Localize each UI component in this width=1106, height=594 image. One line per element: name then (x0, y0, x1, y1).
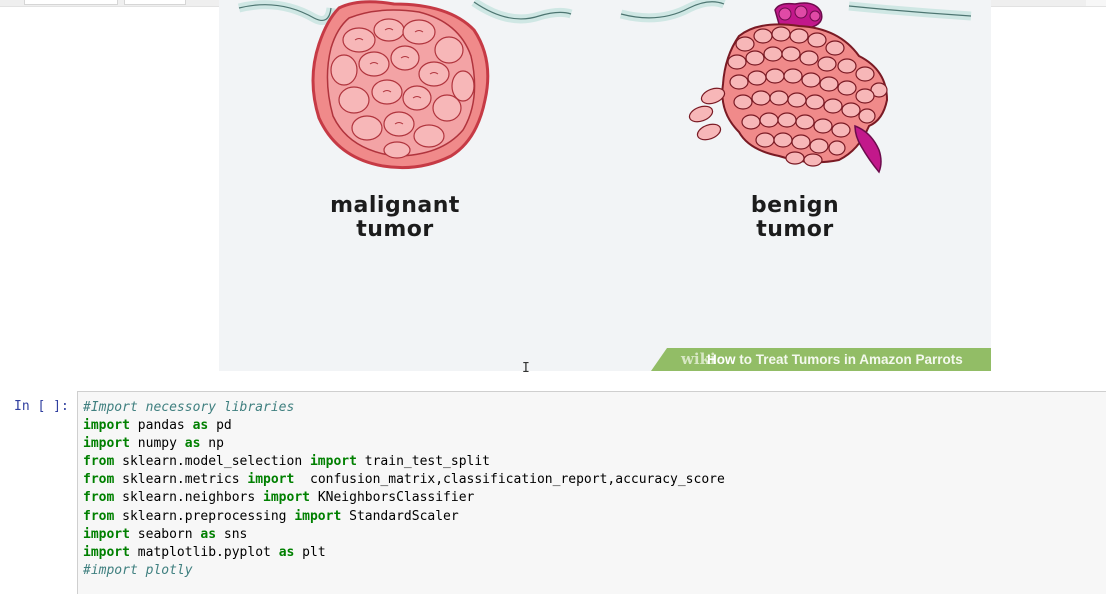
cell-prompt: In [ ]: (14, 399, 69, 414)
code-line: from sklearn.neighbors import KNeighbors… (83, 489, 725, 507)
malignant-label-line1: malignant (330, 193, 460, 218)
code-keyword: from (83, 454, 115, 470)
code-line: from sklearn.metrics import confusion_ma… (83, 471, 725, 489)
code-keyword: import (83, 544, 130, 560)
code-keyword: import (294, 508, 342, 524)
wikihow-watermark: wiki How to Treat Tumors in Amazon Parro… (651, 348, 991, 371)
watermark-title: to Treat Tumors in Amazon Parrots (735, 352, 963, 367)
benign-tumor-drawing (688, 2, 889, 174)
code-lines[interactable]: #Import necessory libraries import pandas… (83, 399, 725, 580)
code-line: from sklearn.model_selection import trai… (83, 453, 725, 471)
output-image: malignant tumor benign tumor wiki How to… (219, 0, 991, 371)
code-cell-editor[interactable]: #Import necessory libraries import pandas… (77, 391, 1106, 594)
code-text: pandas (129, 418, 193, 434)
code-keyword: import (83, 526, 130, 542)
code-text: sklearn.metrics (114, 472, 248, 488)
code-text: sklearn.neighbors (114, 490, 264, 506)
code-keyword: as (200, 526, 217, 542)
code-keyword: as (278, 544, 295, 560)
code-line: #import plotly (83, 562, 725, 580)
code-keyword: as (184, 436, 201, 452)
tumor-illustration (237, 0, 972, 174)
toolbar-tab[interactable] (124, 0, 186, 5)
malignant-label-line2: tumor (356, 217, 434, 242)
code-keyword: import (247, 472, 295, 488)
code-text: plt (294, 544, 326, 560)
code-line: #Import necessory libraries (83, 399, 725, 417)
code-keyword: from (83, 490, 115, 506)
malignant-tumor-label: malignant tumor (319, 194, 471, 242)
code-keyword: from (83, 472, 115, 488)
code-line: import matplotlib.pyplot as plt (83, 544, 725, 562)
text-cursor-icon: I (522, 361, 530, 376)
code-text: numpy (129, 436, 185, 452)
code-text: pd (208, 418, 232, 434)
code-text: np (200, 436, 224, 452)
code-comment: #Import necessory libraries (83, 400, 295, 415)
code-text: StandardScaler (341, 508, 459, 524)
watermark-how: How (707, 352, 736, 367)
code-keyword: import (309, 454, 357, 470)
code-text: KNeighborsClassifier (310, 490, 475, 506)
code-line: import seaborn as sns (83, 526, 725, 544)
toolbar-tab[interactable] (24, 0, 118, 5)
code-text: seaborn (129, 526, 201, 542)
code-text: confusion_matrix,classification_report,a… (294, 472, 725, 488)
code-comment: #import plotly (83, 562, 193, 578)
code-line: import pandas as pd (83, 417, 725, 435)
code-text: train_test_split (356, 454, 491, 470)
benign-label-line1: benign (750, 193, 840, 218)
code-keyword: import (263, 490, 310, 506)
code-keyword: as (192, 418, 209, 434)
code-text: sklearn.preprocessing (114, 508, 295, 524)
vessel-right (619, 0, 726, 23)
code-keyword: import (83, 418, 130, 434)
benign-label-line2: tumor (756, 217, 834, 242)
code-line: from sklearn.preprocessing import Standa… (83, 508, 725, 526)
code-text: sns (216, 526, 248, 542)
watermark-caption: How to Treat Tumors in Amazon Parrots (707, 352, 963, 367)
code-keyword: import (83, 436, 130, 452)
code-text: sklearn.model_selection (114, 454, 310, 470)
toolbar-spacer (1086, 0, 1106, 6)
code-text: matplotlib.pyplot (129, 544, 279, 560)
benign-tumor-label: benign tumor (719, 194, 871, 242)
malignant-tumor-drawing (311, 0, 490, 170)
code-keyword: from (83, 508, 115, 524)
code-line: import numpy as np (83, 435, 725, 453)
